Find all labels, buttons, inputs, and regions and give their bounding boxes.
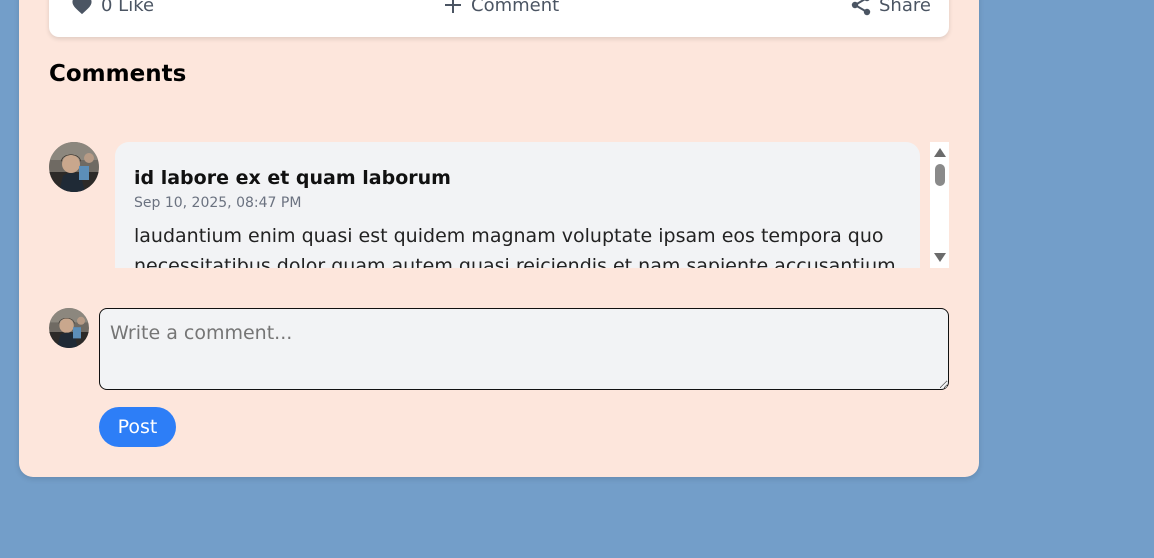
post-card: 0 Like Comment Share Comments id labore … — [19, 0, 979, 477]
commenter-avatar[interactable] — [49, 142, 99, 192]
comment-body: laudantium enim quasi est quidem magnam … — [134, 225, 896, 268]
heart-icon — [71, 0, 93, 15]
comment-input[interactable] — [99, 308, 949, 390]
share-icon — [851, 0, 871, 16]
like-button[interactable]: 0 Like — [71, 0, 154, 17]
plus-icon — [443, 0, 463, 15]
comment-item: id labore ex et quam laborum Sep 10, 202… — [115, 142, 920, 268]
scroll-down-arrow-icon[interactable] — [934, 253, 946, 262]
post-button[interactable]: Post — [99, 407, 176, 447]
scroll-up-arrow-icon[interactable] — [934, 148, 946, 157]
current-user-avatar — [49, 308, 89, 348]
comments-heading: Comments — [49, 61, 187, 87]
comment-label: Comment — [471, 0, 560, 16]
comments-scrollbar[interactable] — [930, 142, 949, 268]
post-action-bar: 0 Like Comment Share — [49, 0, 949, 37]
comments-list[interactable]: id labore ex et quam laborum Sep 10, 202… — [115, 142, 949, 268]
comment-button[interactable]: Comment — [443, 0, 559, 17]
scroll-thumb[interactable] — [935, 164, 945, 186]
share-button[interactable]: Share — [851, 0, 931, 17]
like-count-label: 0 Like — [101, 0, 155, 16]
comment-timestamp: Sep 10, 2025, 08:47 PM — [134, 195, 302, 211]
share-label: Share — [879, 0, 931, 16]
comment-author: id labore ex et quam laborum — [134, 167, 451, 189]
